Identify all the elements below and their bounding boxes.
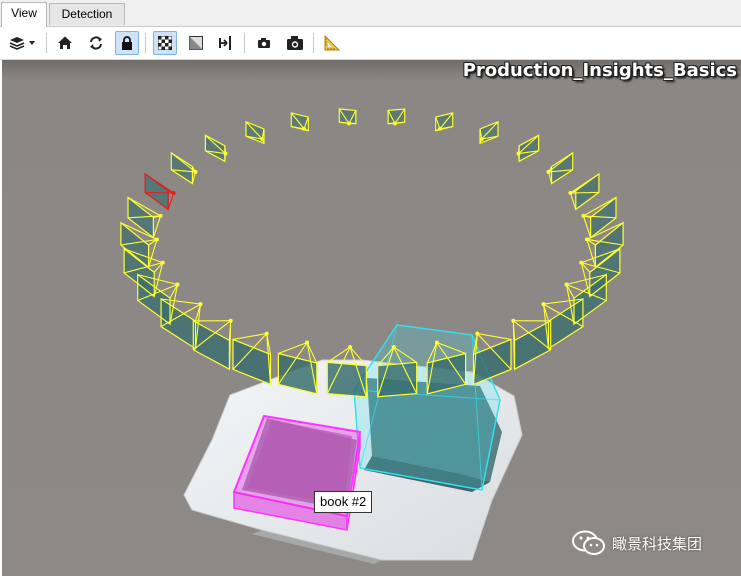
toolbar-separator <box>145 33 146 53</box>
camera-icon <box>287 36 303 50</box>
tab-bar: View Detection <box>0 0 741 27</box>
home-view-button[interactable] <box>53 31 77 55</box>
reset-rotation-button[interactable] <box>84 31 108 55</box>
selected-camera-ray <box>145 191 174 194</box>
camera-center <box>541 302 546 307</box>
tab-detection[interactable]: Detection <box>49 3 125 25</box>
camera-center <box>193 169 198 174</box>
fit-icon <box>219 36 231 50</box>
lock-icon <box>122 36 132 50</box>
camera-center <box>158 213 163 218</box>
camera-center <box>479 137 484 141</box>
measure-button[interactable] <box>320 31 344 55</box>
camera-center <box>391 345 396 350</box>
chevron-down-icon <box>29 41 35 45</box>
layers-icon <box>9 37 35 50</box>
watermark: 瞰景科技集团 <box>572 530 702 556</box>
shading-button[interactable] <box>184 31 208 55</box>
camera-center <box>264 331 269 336</box>
camera-center <box>393 121 397 126</box>
toolbar-separator <box>244 33 245 53</box>
fit-view-button[interactable] <box>214 31 238 55</box>
camera-center <box>175 282 180 287</box>
rotate-icon <box>90 36 102 50</box>
camera-center <box>223 151 228 156</box>
camera-center <box>475 331 480 336</box>
tab-view[interactable]: View <box>1 2 47 27</box>
camera-center <box>228 318 233 323</box>
camera-frustum-ray <box>570 191 599 194</box>
camera-small-icon <box>258 38 270 48</box>
camera-center <box>511 318 516 323</box>
camera-center <box>305 340 310 345</box>
wechat-icon <box>572 530 605 555</box>
home-icon <box>58 36 72 49</box>
checkerboard-button[interactable] <box>153 31 177 55</box>
3d-viewport[interactable]: Production_Insights_Basics book #2 瞰景科技集… <box>2 60 741 576</box>
camera-center <box>564 282 569 287</box>
viewport-project-title: Production_Insights_Basics <box>462 60 737 81</box>
camera-center <box>568 191 573 195</box>
toolbar-separator <box>46 33 47 53</box>
camera-center <box>579 260 584 265</box>
lock-button[interactable] <box>115 31 139 55</box>
toolbar <box>0 27 741 60</box>
layers-menu-button[interactable] <box>5 31 39 55</box>
shading-icon <box>189 36 203 50</box>
camera-center <box>160 260 165 265</box>
camera-center <box>154 237 159 242</box>
selected-camera-center <box>171 191 176 195</box>
snapshot-small-button[interactable] <box>252 31 276 55</box>
camera-center <box>302 126 306 131</box>
camera-center <box>546 169 551 174</box>
camera-center <box>434 340 439 345</box>
camera-center <box>348 345 353 350</box>
camera-center <box>260 137 265 141</box>
checkerboard-icon <box>158 36 172 50</box>
snapshot-button[interactable] <box>283 31 307 55</box>
camera-center <box>198 302 203 307</box>
toolbar-separator <box>313 33 314 53</box>
camera-center <box>347 121 351 126</box>
camera-center <box>585 237 589 242</box>
camera-center <box>516 151 521 156</box>
object-label-book-2[interactable]: book #2 <box>314 491 373 513</box>
watermark-text: 瞰景科技集团 <box>612 535 703 553</box>
ruler-icon <box>324 35 340 51</box>
camera-center <box>581 213 586 218</box>
camera-center <box>438 126 442 131</box>
